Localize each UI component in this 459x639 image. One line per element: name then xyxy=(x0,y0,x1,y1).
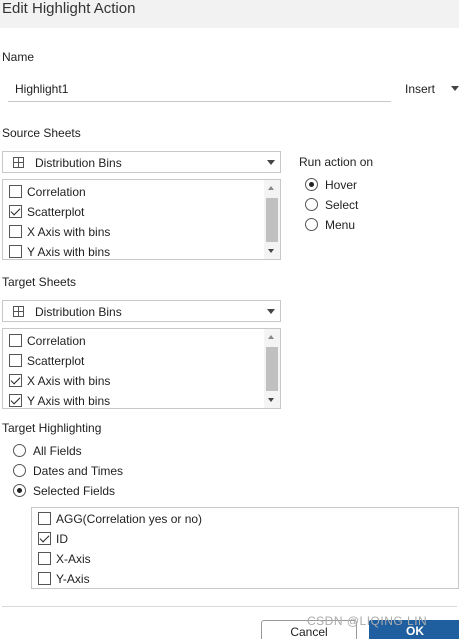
scrollbar-thumb[interactable] xyxy=(266,347,278,391)
radio-menu[interactable] xyxy=(305,218,318,231)
target-sheets-dropdown[interactable]: Distribution Bins xyxy=(2,300,281,322)
source-sheet-label: X Axis with bins xyxy=(27,225,111,239)
field-label: Y-Axis xyxy=(56,572,90,586)
checkbox[interactable] xyxy=(38,532,51,545)
radio-hover-label: Hover xyxy=(325,178,358,192)
scroll-down-icon[interactable] xyxy=(268,398,274,402)
name-input[interactable]: Highlight1 xyxy=(8,78,391,102)
chevron-down-icon xyxy=(267,160,275,165)
target-sheet-label: Y Axis with bins xyxy=(27,394,111,408)
scroll-down-icon[interactable] xyxy=(268,249,274,253)
scrollbar-thumb[interactable] xyxy=(266,198,278,242)
checkbox[interactable] xyxy=(9,334,22,347)
target-sheet-item[interactable]: X Axis with bins xyxy=(9,371,259,391)
datasource-grid-icon xyxy=(13,157,24,168)
field-item[interactable]: ID xyxy=(38,529,288,549)
name-input-value: Highlight1 xyxy=(15,82,69,96)
target-sheet-label: Scatterplot xyxy=(27,354,85,368)
target-sheet-label: Correlation xyxy=(27,334,86,348)
checkbox[interactable] xyxy=(38,572,51,585)
field-item[interactable]: Y-Axis xyxy=(38,569,288,588)
field-label: ID xyxy=(56,532,68,546)
source-sheet-item[interactable]: Scatterplot xyxy=(9,202,259,222)
checkbox[interactable] xyxy=(9,394,22,407)
run-action-label: Run action on xyxy=(299,155,374,169)
source-sheet-label: Y Axis with bins xyxy=(27,245,111,259)
chevron-down-icon xyxy=(267,309,275,314)
checkbox[interactable] xyxy=(9,354,22,367)
source-sheets-list: Correlation Scatterplot X Axis with bins… xyxy=(2,179,281,260)
scroll-up-icon[interactable] xyxy=(268,335,274,339)
radio-all-fields-label: All Fields xyxy=(33,444,82,458)
radio-dates-and-times-label: Dates and Times xyxy=(33,464,124,478)
radio-selected-fields[interactable] xyxy=(13,484,26,497)
field-item[interactable]: AGG(Correlation yes or no) xyxy=(38,509,288,529)
target-sheet-item[interactable]: Scatterplot xyxy=(9,351,259,371)
radio-dates-and-times[interactable] xyxy=(13,464,26,477)
target-sheet-label: X Axis with bins xyxy=(27,374,111,388)
insert-caret-icon[interactable] xyxy=(451,86,459,91)
field-item[interactable]: X-Axis xyxy=(38,549,288,569)
target-sheets-label: Target Sheets xyxy=(2,275,77,289)
source-sheet-label: Scatterplot xyxy=(27,205,85,219)
radio-hover[interactable] xyxy=(305,178,318,191)
source-sheet-item[interactable]: Y Axis with bins xyxy=(9,242,259,259)
radio-menu-label: Menu xyxy=(325,218,356,232)
checkbox[interactable] xyxy=(9,374,22,387)
checkbox[interactable] xyxy=(38,552,51,565)
selected-fields-list: AGG(Correlation yes or no) ID X-Axis Y-A… xyxy=(31,507,459,589)
radio-selected-fields-label: Selected Fields xyxy=(33,484,116,498)
source-sheets-dropdown[interactable]: Distribution Bins xyxy=(2,151,281,173)
target-sheets-dropdown-value: Distribution Bins xyxy=(35,305,122,319)
dialog-title: Edit Highlight Action xyxy=(2,0,136,17)
source-sheet-label: Correlation xyxy=(27,185,86,199)
scrollbar[interactable] xyxy=(264,329,280,408)
target-sheet-item[interactable]: Correlation xyxy=(9,331,259,351)
footer-divider xyxy=(2,606,457,607)
radio-select-label: Select xyxy=(325,198,359,212)
source-sheets-dropdown-value: Distribution Bins xyxy=(35,156,122,170)
datasource-grid-icon xyxy=(13,306,24,317)
insert-dropdown[interactable]: Insert xyxy=(405,82,435,96)
field-label: X-Axis xyxy=(56,552,91,566)
checkbox[interactable] xyxy=(9,245,22,258)
source-sheets-label: Source Sheets xyxy=(2,126,81,140)
field-label: AGG(Correlation yes or no) xyxy=(56,512,203,526)
source-sheet-item[interactable]: X Axis with bins xyxy=(9,222,259,242)
target-sheet-item[interactable]: Y Axis with bins xyxy=(9,391,259,408)
checkbox[interactable] xyxy=(38,512,51,525)
checkbox[interactable] xyxy=(9,225,22,238)
checkbox[interactable] xyxy=(9,185,22,198)
scrollbar[interactable] xyxy=(264,180,280,259)
checkbox[interactable] xyxy=(9,205,22,218)
radio-all-fields[interactable] xyxy=(13,444,26,457)
source-sheet-item[interactable]: Correlation xyxy=(9,182,259,202)
watermark: CSDN @LIQING LIN xyxy=(307,614,428,628)
name-label: Name xyxy=(2,50,35,64)
radio-select[interactable] xyxy=(305,198,318,211)
scroll-up-icon[interactable] xyxy=(268,186,274,190)
target-sheets-list: Correlation Scatterplot X Axis with bins… xyxy=(2,328,281,409)
target-highlighting-label: Target Highlighting xyxy=(2,421,102,435)
